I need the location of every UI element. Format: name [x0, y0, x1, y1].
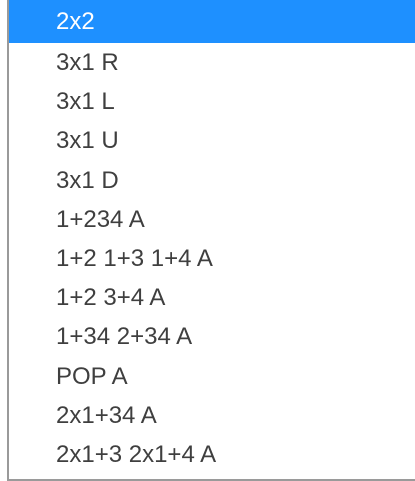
dropdown-option-3x1-u[interactable]: 3x1 U — [9, 121, 415, 160]
dropdown-option-2x1-3-2x1-4-a[interactable]: 2x1+3 2x1+4 A — [9, 435, 415, 474]
dropdown-option-3x1-r[interactable]: 3x1 R — [9, 43, 415, 82]
dropdown-option-pop-a[interactable]: POP A — [9, 357, 415, 396]
dropdown-option-1-34-2-34-a[interactable]: 1+34 2+34 A — [9, 317, 415, 356]
dropdown-option-2x1-34-a[interactable]: 2x1+34 A — [9, 396, 415, 435]
dropdown-options-list[interactable]: 2x2 3x1 R 3x1 L 3x1 U 3x1 D 1+234 A 1+2 … — [7, 0, 415, 481]
dropdown-option-1-2-3-4-a[interactable]: 1+2 3+4 A — [9, 278, 415, 317]
dropdown-option-3x1-l[interactable]: 3x1 L — [9, 82, 415, 121]
dropdown-option-1-2-1-3-1-4-a[interactable]: 1+2 1+3 1+4 A — [9, 239, 415, 278]
dropdown-option-2x2[interactable]: 2x2 — [9, 0, 415, 43]
dropdown-option-1-234-a[interactable]: 1+234 A — [9, 200, 415, 239]
dropdown-option-3x1-d[interactable]: 3x1 D — [9, 161, 415, 200]
page: 2x2 3x1 R 3x1 L 3x1 U 3x1 D 1+234 A 1+2 … — [0, 0, 415, 481]
